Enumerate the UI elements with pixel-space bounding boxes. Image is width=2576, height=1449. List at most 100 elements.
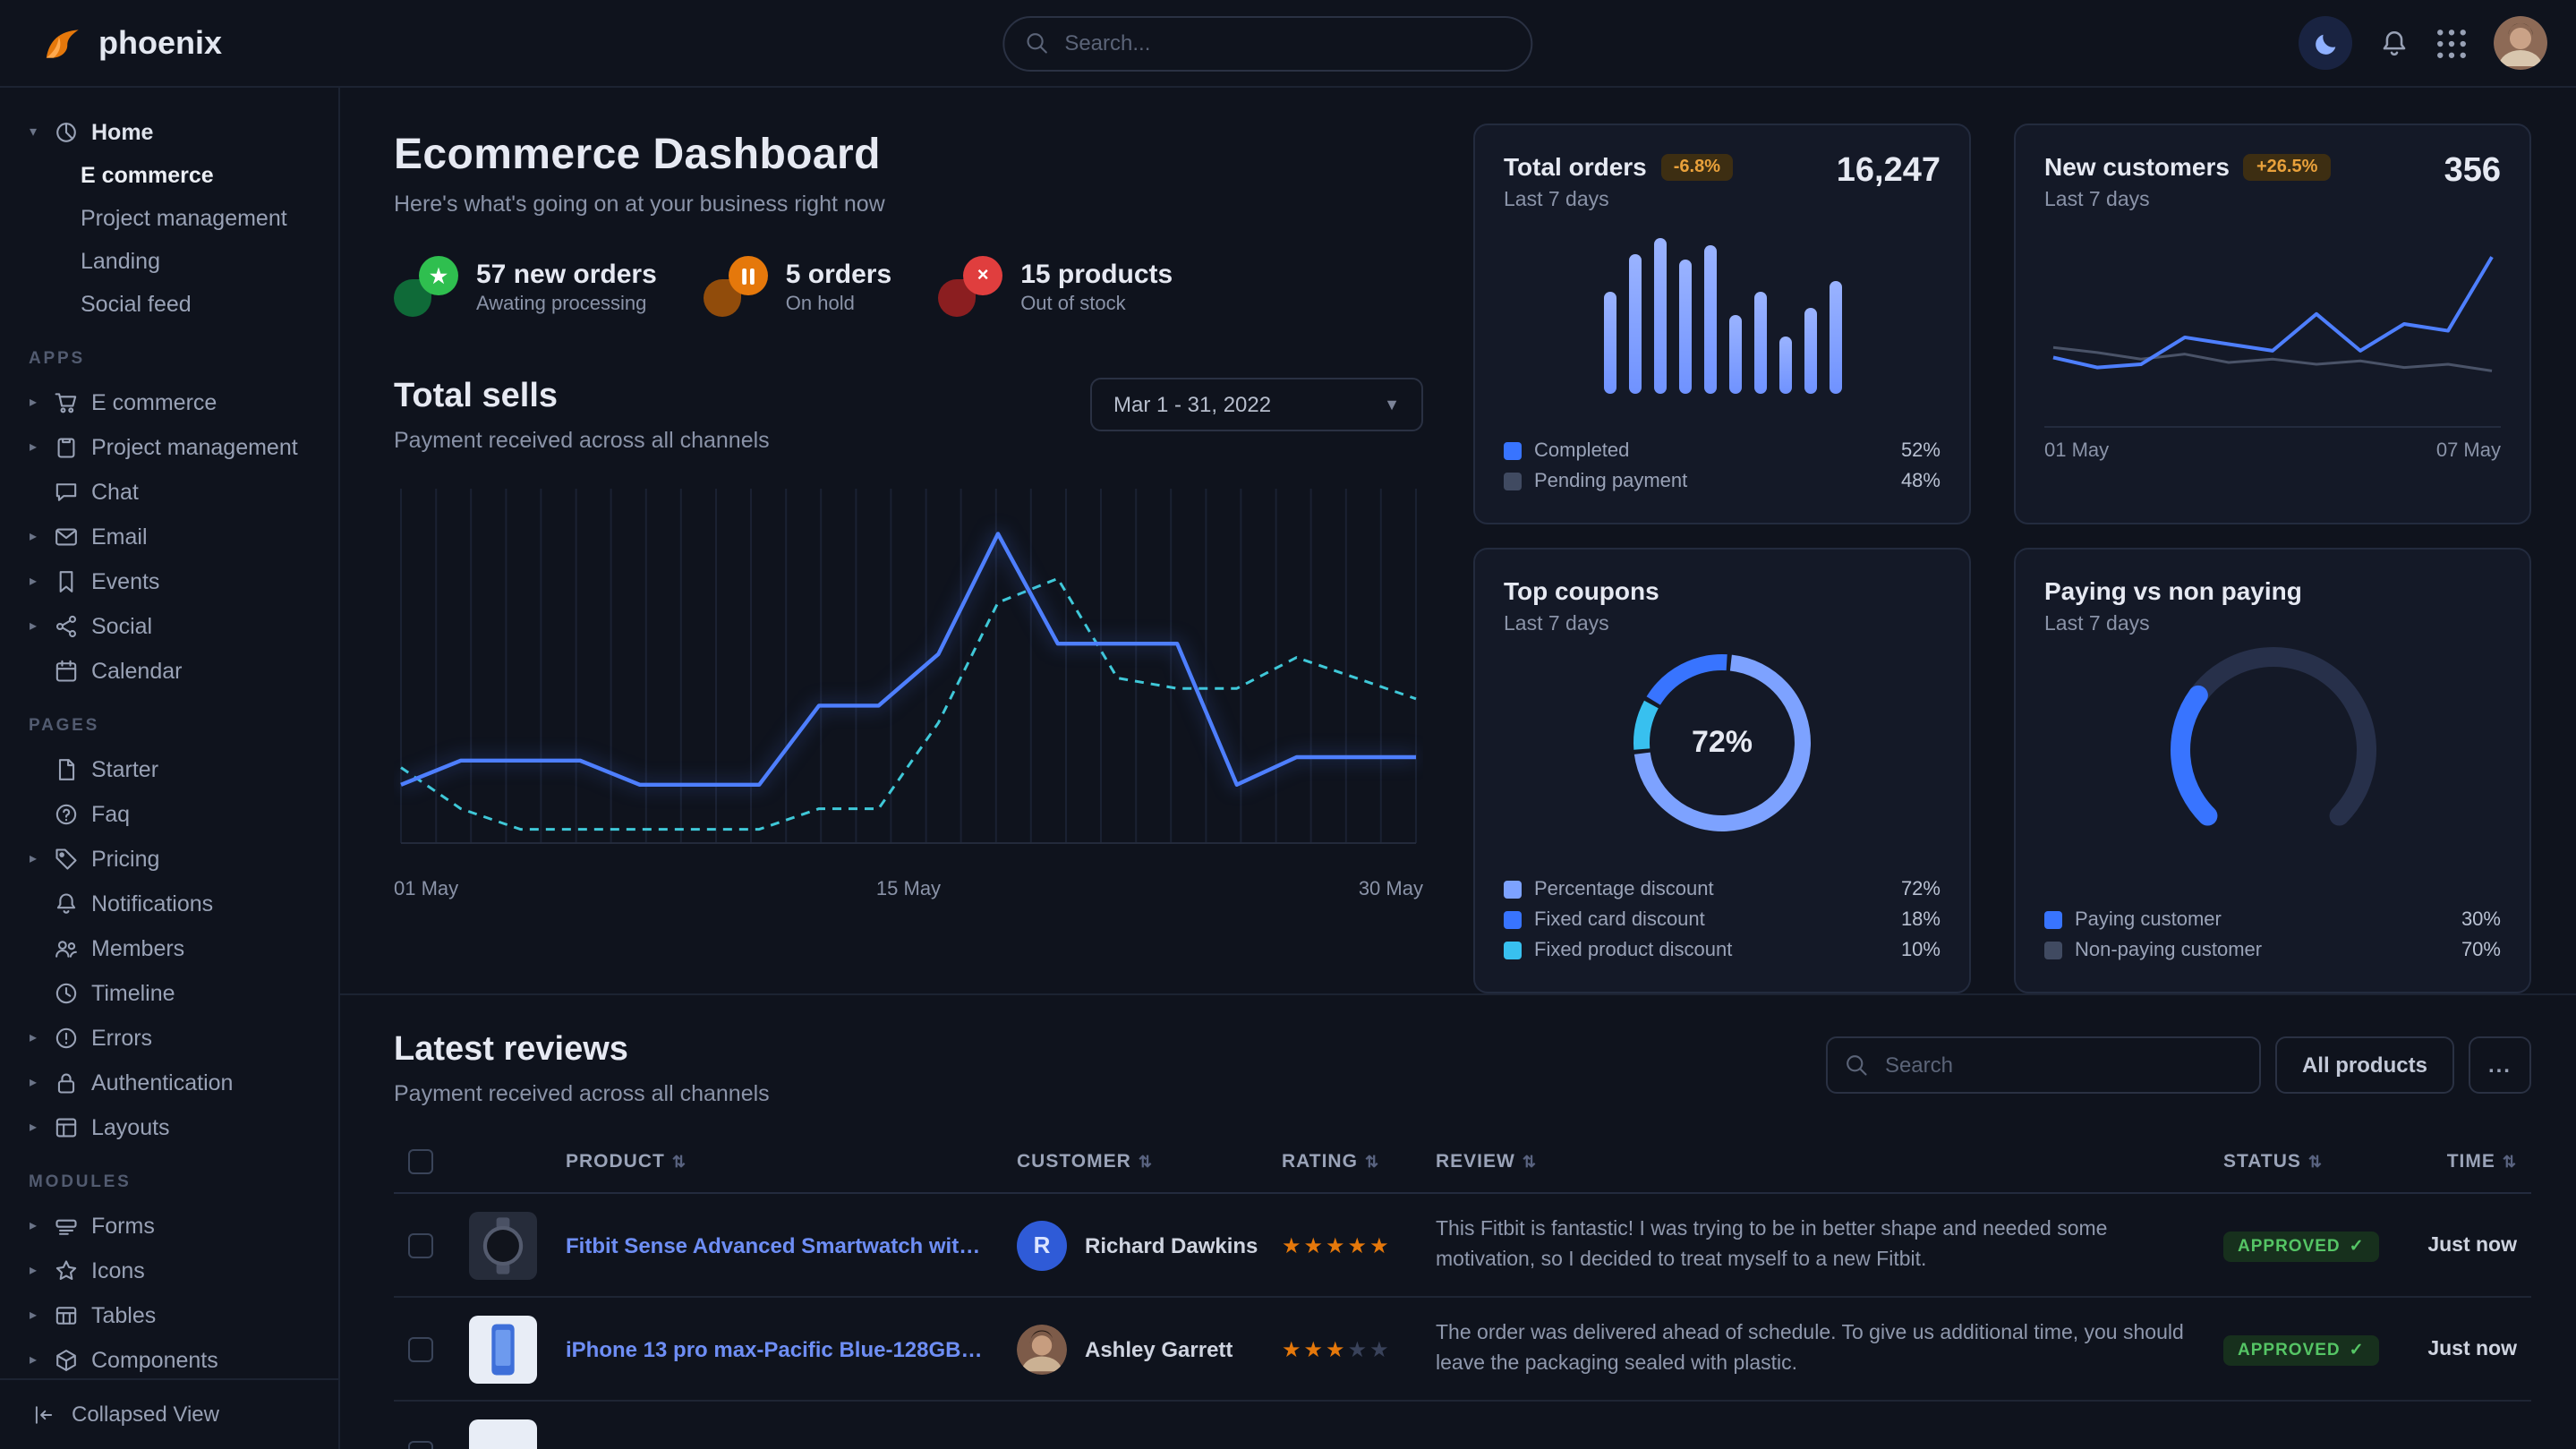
sidebar-item-errors[interactable]: ▸Errors [25, 1015, 320, 1060]
sidebar-item-members[interactable]: Members [25, 925, 320, 970]
stat-value: 15 products [1020, 259, 1173, 289]
star-icon [54, 1257, 79, 1283]
product-thumbnail[interactable] [469, 1211, 537, 1279]
select-all-checkbox[interactable] [408, 1149, 433, 1174]
page-subtitle: Here's what's going on at your business … [394, 192, 1423, 217]
card-title: Paying vs non paying [2044, 576, 2302, 605]
check-icon: ✓ [2350, 1341, 2365, 1360]
form-icon [54, 1213, 79, 1238]
row-checkbox[interactable] [408, 1440, 433, 1449]
sidebar-item-authentication[interactable]: ▸Authentication [25, 1060, 320, 1104]
product-thumbnail[interactable] [469, 1419, 537, 1449]
sidebar-item-calendar[interactable]: Calendar [25, 648, 320, 693]
bar [1603, 292, 1616, 394]
sidebar-item-components[interactable]: ▸Components [25, 1337, 320, 1377]
sidebar-item-forms[interactable]: ▸Forms [25, 1203, 320, 1248]
row-checkbox[interactable] [408, 1336, 433, 1361]
sidebar-item-project-management[interactable]: ▸Project management [25, 424, 320, 469]
total-orders-legend: Completed52%Pending payment48% [1504, 435, 1941, 496]
brand-logo[interactable]: phoenix [39, 21, 222, 65]
all-products-button[interactable]: All products [2275, 1036, 2454, 1094]
paying-gauge-chart [2138, 635, 2407, 856]
product-link[interactable]: Fitbit Sense Advanced Smartwatch with To… [566, 1232, 988, 1257]
sidebar-subitem-project-management[interactable]: Project management [25, 197, 320, 240]
sort-icon: ⇅ [1523, 1153, 1537, 1171]
global-search-input[interactable] [1002, 15, 1531, 71]
legend-label: Non-paying customer [2075, 939, 2262, 960]
bar [1753, 292, 1766, 394]
sidebar-item-notifications[interactable]: Notifications [25, 881, 320, 925]
more-options-button[interactable]: ... [2469, 1036, 2531, 1094]
chevron-right-icon: ▸ [25, 618, 41, 634]
sidebar-item-label: Icons [91, 1257, 145, 1283]
review-text: The order was delivered ahead of schedul… [1436, 1319, 2195, 1379]
total-orders-card: Total orders -6.8% Last 7 days 16,247 Co… [1473, 124, 1971, 524]
stat-item: ×15 productsOut of stock [938, 256, 1173, 317]
sidebar-subitem-e-commerce[interactable]: E commerce [25, 154, 320, 197]
theme-toggle-button[interactable] [2299, 16, 2352, 70]
legend-value: 10% [1901, 939, 1941, 960]
table-row: Fitbit Sense Advanced Smartwatch with To… [394, 1193, 2531, 1297]
sidebar-item-events[interactable]: ▸Events [25, 558, 320, 603]
bar [1804, 308, 1816, 394]
sidebar-item-faq[interactable]: Faq [25, 791, 320, 836]
column-header-time[interactable]: TIME⇅ [2402, 1131, 2531, 1193]
sidebar-subitem-landing[interactable]: Landing [25, 240, 320, 283]
total-orders-value: 16,247 [1837, 152, 1941, 192]
box-icon [54, 1347, 79, 1372]
sidebar-item-social[interactable]: ▸Social [25, 603, 320, 648]
notifications-bell-icon[interactable] [2379, 28, 2410, 58]
customer-cell: RRichard Dawkins [1017, 1220, 1253, 1270]
reviews-search-input[interactable] [1826, 1036, 2261, 1094]
reviews-header-row: PRODUCT⇅CUSTOMER⇅RATING⇅REVIEW⇅STATUS⇅TI… [394, 1131, 2531, 1193]
sidebar-item-chat[interactable]: Chat [25, 469, 320, 514]
sidebar-item-icons[interactable]: ▸Icons [25, 1248, 320, 1292]
stat-caption: Out of stock [1020, 293, 1173, 314]
chevron-right-icon: ▸ [25, 1307, 41, 1323]
sidebar-item-label: Project management [91, 434, 298, 459]
legend-swatch [1504, 441, 1522, 459]
sidebar-item-tables[interactable]: ▸Tables [25, 1292, 320, 1337]
sort-icon: ⇅ [672, 1153, 687, 1171]
product-thumbnail[interactable] [469, 1315, 537, 1383]
moon-icon [2312, 30, 2339, 56]
sidebar-item-label: Forms [91, 1213, 155, 1238]
sidebar-item-label: Pricing [91, 846, 159, 871]
total-sells-title: Total sells [394, 378, 770, 417]
sidebar-item-e-commerce[interactable]: ▸E commerce [25, 379, 320, 424]
user-avatar[interactable] [2494, 16, 2547, 70]
column-header-product[interactable]: PRODUCT⇅ [551, 1131, 1002, 1193]
legend-item: Paying customer30% [2044, 904, 2501, 934]
collapsed-view-label: Collapsed View [72, 1402, 219, 1427]
sidebar-item-label: Home [91, 119, 153, 144]
chevron-right-icon: ▸ [25, 850, 41, 866]
bar [1653, 238, 1666, 394]
column-header-customer[interactable]: CUSTOMER⇅ [1002, 1131, 1267, 1193]
reviews-table: PRODUCT⇅CUSTOMER⇅RATING⇅REVIEW⇅STATUS⇅TI… [394, 1131, 2531, 1449]
legend-label: Pending payment [1534, 470, 1687, 491]
row-checkbox[interactable] [408, 1232, 433, 1257]
apps-grid-icon[interactable] [2436, 28, 2467, 58]
sidebar-item-email[interactable]: ▸Email [25, 514, 320, 558]
sidebar-item-pricing[interactable]: ▸ Pricing [25, 836, 320, 881]
date-range-select[interactable]: Mar 1 - 31, 2022 ▼ [1090, 378, 1423, 431]
column-header-status[interactable]: STATUS⇅ [2209, 1131, 2402, 1193]
sidebar-subitem-social-feed[interactable]: Social feed [25, 283, 320, 326]
column-header-review[interactable]: REVIEW⇅ [1421, 1131, 2209, 1193]
sidebar-item-layouts[interactable]: ▸Layouts [25, 1104, 320, 1149]
product-link[interactable]: iPhone 13 pro max-Pacific Blue-128GB sto… [566, 1336, 988, 1361]
sidebar-item-starter[interactable]: Starter [25, 746, 320, 791]
table-row: iPhone 13 pro max-Pacific Blue-128GB sto… [394, 1297, 2531, 1401]
chevron-right-icon: ▸ [25, 528, 41, 544]
table-icon [54, 1302, 79, 1327]
customer-name: Ashley Garrett [1085, 1336, 1233, 1361]
chevron-right-icon: ▸ [25, 573, 41, 589]
sidebar-item-label: Notifications [91, 891, 213, 916]
question-circle-icon [54, 801, 79, 826]
collapsed-view-toggle[interactable]: Collapsed View [0, 1377, 338, 1449]
column-header-rating[interactable]: RATING⇅ [1267, 1131, 1421, 1193]
sidebar-item-home[interactable]: ▾Home [25, 109, 320, 154]
top-navbar: phoenix [0, 0, 2576, 88]
sidebar-item-label: Members [91, 935, 184, 960]
sidebar-item-timeline[interactable]: Timeline [25, 970, 320, 1015]
